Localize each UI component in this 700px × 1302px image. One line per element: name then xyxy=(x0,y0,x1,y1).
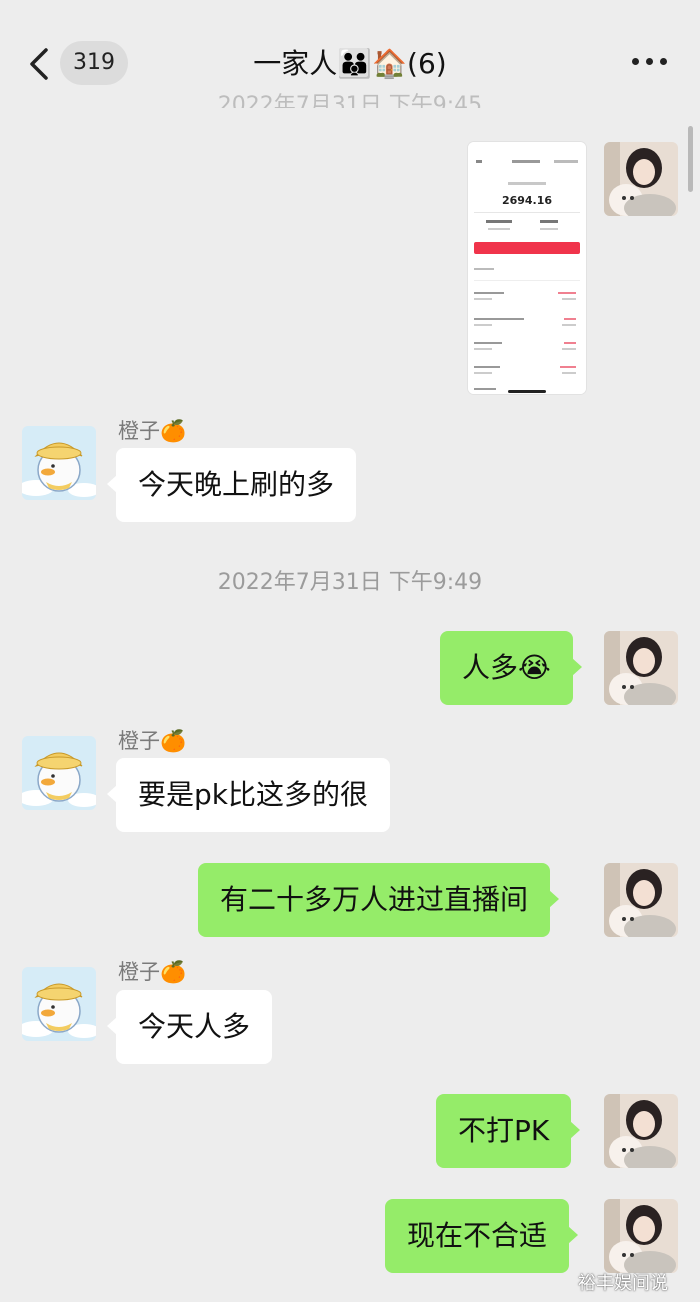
message-bubble[interactable]: 今天晚上刷的多 xyxy=(106,448,357,522)
chengzi-avatar[interactable] xyxy=(22,967,96,1041)
scrollbar[interactable] xyxy=(688,126,693,192)
sender-name: 橙子🍊 xyxy=(118,729,187,753)
screenshot-amount: 2694.16 xyxy=(502,194,552,207)
message-timestamp: 2022年7月31日 下午9:49 xyxy=(217,570,483,595)
self-avatar[interactable] xyxy=(604,1094,678,1168)
message-bubble[interactable]: 今天人多 xyxy=(106,990,273,1064)
partial-timestamp: 2022年7月31日 下午9:45 xyxy=(217,93,483,108)
message-bubble[interactable]: 人多😭 xyxy=(440,631,582,705)
more-dots-icon[interactable] xyxy=(632,58,668,68)
message-bubble[interactable]: 有二十多万人进过直播间 xyxy=(198,863,560,937)
shared-screenshot-image[interactable]: 2694.16 xyxy=(468,142,586,394)
unread-count-badge[interactable]: 319 xyxy=(60,41,128,85)
message-bubble[interactable]: 不打PK xyxy=(436,1094,581,1168)
message-bubble[interactable]: 现在不合适 xyxy=(385,1199,579,1273)
chengzi-avatar[interactable] xyxy=(22,736,96,810)
self-avatar[interactable] xyxy=(604,631,678,705)
self-avatar[interactable] xyxy=(604,142,678,216)
weibo-watermark: 裕丰娱间说 xyxy=(578,1273,668,1294)
chat-title[interactable]: 一家人👪🏠(6) xyxy=(230,44,470,84)
chengzi-avatar[interactable] xyxy=(22,426,96,500)
back-chevron-icon[interactable] xyxy=(26,46,56,82)
message-bubble[interactable]: 要是pk比这多的很 xyxy=(107,758,390,832)
sender-name: 橙子🍊 xyxy=(118,419,187,443)
self-avatar[interactable] xyxy=(604,863,678,937)
self-avatar[interactable] xyxy=(604,1199,678,1273)
sender-name: 橙子🍊 xyxy=(118,960,187,984)
